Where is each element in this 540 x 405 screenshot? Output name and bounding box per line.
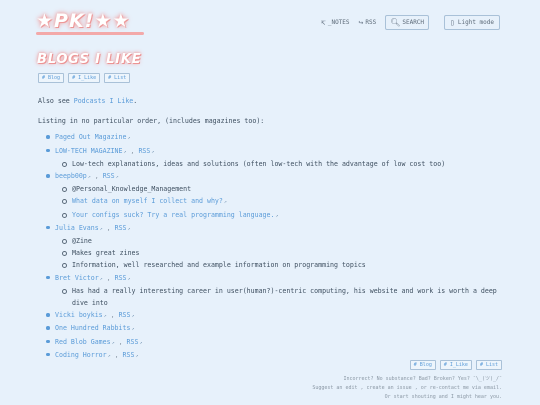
list-item: beepb00p↗ , RSS↗ @Personal_Knowledge_Mana…	[38, 170, 508, 222]
blog-link[interactable]: Bret Victor	[55, 274, 99, 282]
list-item: Julia Evans↗ , RSS↗ @Zine Makes great zine…	[38, 222, 508, 272]
main-content: Also see Podcasts I Like. Listing in no …	[38, 95, 508, 362]
note-text: Information, well researched and example…	[72, 261, 366, 270]
logo-underline	[36, 32, 144, 35]
tag-list-bottom: # Blog # I_Like # List	[409, 360, 502, 370]
rss-link[interactable]: RSS	[138, 147, 150, 155]
external-link-icon: ↗	[135, 352, 139, 359]
blog-notes: Has had a really interesting career in u…	[55, 285, 508, 309]
tag-link[interactable]: # I_Like	[439, 360, 472, 370]
external-link-icon: ↗	[127, 135, 131, 142]
note-item: Makes great zines	[55, 247, 508, 259]
tag-list-top: # Blog # I_Like # List	[38, 73, 131, 83]
nav-notes[interactable]: ↸ _NOTES	[321, 18, 350, 27]
light-mode-toggle[interactable]: ▯ Light mode	[444, 15, 500, 30]
rss-link[interactable]: RSS	[115, 274, 127, 282]
site-logo[interactable]: ★PK!★★	[36, 10, 144, 35]
blog-link[interactable]: LOW-TECH MAGAZINE	[55, 147, 123, 155]
external-link-icon: ↗	[223, 199, 227, 206]
tag-link[interactable]: # Blog	[409, 360, 436, 370]
footer-line: Incorrect? No substance? Bad? Broken? Ye…	[343, 376, 502, 382]
note-item: @Zine	[55, 235, 508, 247]
external-link-icon: ↗	[115, 174, 119, 181]
blog-link[interactable]: Julia Evans	[55, 224, 99, 232]
external-link-icon: ↗	[139, 339, 143, 346]
tag-link[interactable]: # Blog	[38, 73, 65, 83]
blog-notes: @Zine Makes great zines Information, well …	[55, 235, 508, 272]
external-link-icon: ↗	[127, 275, 131, 282]
footer-line: Or start shouting and I might hear you.	[384, 394, 502, 400]
note-text: @Personal_Knowledge_Management	[72, 185, 192, 194]
footer-line: Suggest an edit , create an issue , or r…	[312, 385, 502, 391]
list-item: Bret Victor↗ , RSS↗ Has had a really inte…	[38, 272, 508, 310]
blog-link[interactable]: beepb00p	[55, 172, 87, 180]
external-link-icon: ↗	[131, 313, 135, 320]
rss-link[interactable]: RSS	[119, 311, 131, 319]
tag-link[interactable]: # List	[104, 73, 131, 83]
search-button[interactable]: 🔍︎ SEARCH	[385, 15, 430, 30]
rss-link[interactable]: RSS	[103, 172, 115, 180]
blog-link[interactable]: Paged Out Magazine	[55, 133, 126, 141]
note-text: Low-tech explanations, ideas and solutio…	[72, 159, 446, 168]
note-item: Your configs suck? Try a real programmin…	[55, 209, 508, 222]
footer: Incorrect? No substance? Bad? Broken? Ye…	[312, 375, 502, 402]
list-item: LOW-TECH MAGAZINE↗ , RSS↗ Low-tech explan…	[38, 145, 508, 170]
blog-notes: @Personal_Knowledge_Management What data …	[55, 183, 508, 222]
blog-list: Paged Out Magazine↗ LOW-TECH MAGAZINE↗ , …	[38, 131, 508, 362]
note-item: @Personal_Knowledge_Management	[55, 183, 508, 195]
note-link[interactable]: Your configs suck? Try a real programmin…	[72, 211, 274, 219]
note-item: Low-tech explanations, ideas and solutio…	[55, 158, 508, 170]
list-item: Vicki boykis↗ , RSS↗	[38, 309, 508, 322]
search-icon: 🔍︎	[390, 18, 401, 27]
page-title: BLOGS I LIKE	[37, 52, 142, 67]
rss-icon: ↪	[358, 18, 364, 27]
blog-link[interactable]: Coding Horror	[55, 351, 107, 359]
external-link-icon: ↗	[131, 326, 135, 333]
rss-link[interactable]: RSS	[127, 338, 139, 346]
blog-link[interactable]: Vicki boykis	[55, 311, 103, 319]
note-text: Makes great zines	[72, 249, 140, 258]
rss-link[interactable]: RSS	[123, 351, 135, 359]
list-item: One Hundred Rabbits↗	[38, 322, 508, 335]
lightbulb-icon: ▯	[450, 18, 455, 27]
note-text: @Zine	[72, 237, 92, 246]
intro-line: Also see Podcasts I Like.	[38, 97, 138, 105]
note-item: Information, well researched and example…	[55, 259, 508, 271]
note-link[interactable]: What data on myself I collect and why?	[72, 197, 223, 205]
external-link-icon: ↗	[151, 148, 155, 155]
blog-notes: Low-tech explanations, ideas and solutio…	[55, 158, 508, 170]
notes-icon: ↸	[321, 18, 326, 27]
note-item: Has had a really interesting career in u…	[55, 285, 508, 309]
top-nav: ↸ _NOTES ↪ RSS 🔍︎ SEARCH ▯ Light mode	[321, 15, 500, 30]
tag-link[interactable]: # I_Like	[68, 73, 101, 83]
external-link-icon: ↗	[127, 225, 131, 232]
listing-line: Listing in no particular order, (include…	[38, 117, 265, 126]
podcasts-link[interactable]: Podcasts I Like	[74, 97, 134, 105]
tag-link[interactable]: # List	[475, 360, 502, 370]
note-item: What data on myself I collect and why?↗	[55, 195, 508, 208]
logo-text: ★PK!★★	[36, 10, 131, 32]
rss-link[interactable]: RSS	[115, 224, 127, 232]
nav-rss[interactable]: ↪ RSS	[359, 18, 377, 27]
external-link-icon: ↗	[275, 212, 279, 219]
note-text: Has had a really interesting career in u…	[72, 286, 497, 308]
list-item: Paged Out Magazine↗	[38, 131, 508, 144]
blog-link[interactable]: One Hundred Rabbits	[55, 324, 130, 332]
blog-link[interactable]: Red Blob Games	[55, 338, 111, 346]
list-item: Red Blob Games↗ , RSS↗	[38, 336, 508, 349]
